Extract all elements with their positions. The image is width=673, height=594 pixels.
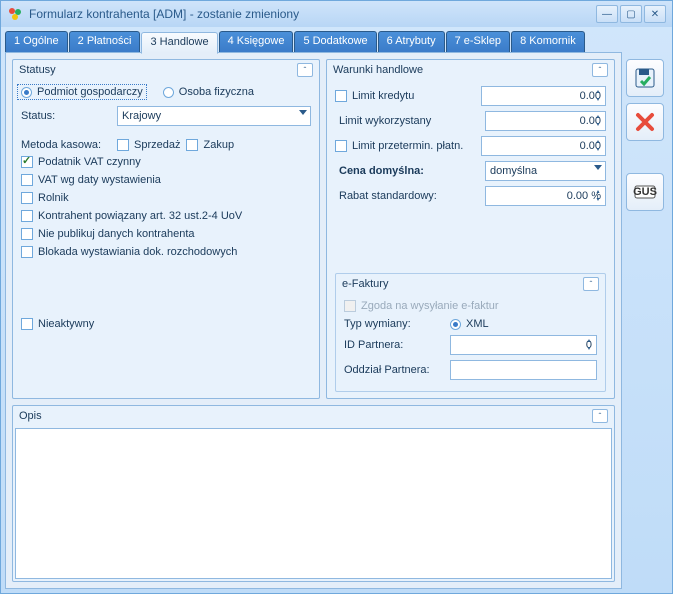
panel-statusy: Statusy ˆ Podmiot gospodarczy Osoba fizy… [12, 59, 320, 399]
checkbox-kontrahent-powiazany[interactable]: Kontrahent powiązany art. 32 ust.2-4 UoV [21, 210, 311, 222]
floppy-check-icon [633, 66, 657, 90]
tab-komornik[interactable]: 8 Komornik [511, 31, 585, 53]
panel-title-efaktury: e-Faktury [342, 278, 583, 290]
label-metoda-kasowa: Metoda kasowa: [21, 139, 111, 151]
input-id-partnera[interactable]: 0▴▾ [450, 335, 597, 355]
select-status[interactable]: Krajowy [117, 106, 311, 126]
label-status: Status: [21, 110, 111, 122]
checkbox-zgoda-efaktur: Zgoda na wysyłanie e-faktur [344, 300, 597, 312]
checkbox-sprzedaz[interactable]: Sprzedaż [117, 139, 180, 151]
tab-esklep[interactable]: 7 e-Sklep [446, 31, 510, 53]
gus-icon: GUS [633, 180, 657, 204]
collapse-icon[interactable]: ˆ [592, 63, 608, 77]
maximize-button[interactable]: ▢ [620, 5, 642, 23]
label-oddzial-partnera: Oddział Partnera: [344, 364, 444, 376]
checkbox-nie-publikuj[interactable]: Nie publikuj danych kontrahenta [21, 228, 311, 240]
panel-efaktury: e-Faktury ˆ Zgoda na wysyłanie e-faktur … [335, 273, 606, 392]
panel-title-warunki: Warunki handlowe [333, 64, 592, 76]
tab-platnosci[interactable]: 2 Płatności [69, 31, 141, 53]
gus-button[interactable]: GUS [626, 173, 664, 211]
label-rabat-standardowy: Rabat standardowy: [335, 190, 479, 202]
action-sidebar: GUS [626, 31, 668, 589]
label-cena-domyslna: Cena domyślna: [335, 165, 479, 177]
radio-typ-xml[interactable]: XML [450, 318, 489, 330]
input-limit-przetermin[interactable]: 0.00▴▾ [481, 136, 606, 156]
tab-dodatkowe[interactable]: 5 Dodatkowe [294, 31, 376, 53]
radio-podmiot-gospodarczy[interactable]: Podmiot gospodarczy [17, 84, 147, 100]
checkbox-vat-wg-daty[interactable]: VAT wg daty wystawienia [21, 174, 311, 186]
panel-title-opis: Opis [19, 410, 592, 422]
checkbox-limit-przetermin[interactable]: Limit przetermin. płatn. [335, 140, 475, 152]
tab-ksiegowe[interactable]: 4 Księgowe [219, 31, 294, 53]
checkbox-nieaktywny[interactable]: Nieaktywny [21, 318, 311, 330]
svg-text:GUS: GUS [633, 186, 657, 198]
panel-opis: Opis ˆ [12, 405, 615, 582]
collapse-icon[interactable]: ˆ [583, 277, 599, 291]
close-button[interactable]: ✕ [644, 5, 666, 23]
checkbox-rolnik[interactable]: Rolnik [21, 192, 311, 204]
titlebar: Formularz kontrahenta [ADM] - zostanie z… [1, 1, 672, 27]
app-icon [7, 6, 23, 22]
close-x-icon [633, 110, 657, 134]
tab-handlowe[interactable]: 3 Handlowe [141, 32, 217, 54]
radio-osoba-fizyczna[interactable]: Osoba fizyczna [163, 86, 254, 98]
collapse-icon[interactable]: ˆ [592, 409, 608, 423]
textarea-opis[interactable] [15, 428, 612, 579]
tab-atrybuty[interactable]: 6 Atrybuty [378, 31, 445, 53]
collapse-icon[interactable]: ˆ [297, 63, 313, 77]
checkbox-podatnik-vat[interactable]: Podatnik VAT czynny [21, 156, 311, 168]
input-rabat-standardowy[interactable]: 0.00 %▴▾ [485, 186, 606, 206]
panel-warunki-handlowe: Warunki handlowe ˆ Limit kredytu 0.00▴▾ … [326, 59, 615, 399]
label-id-partnera: ID Partnera: [344, 339, 444, 351]
checkbox-limit-kredytu[interactable]: Limit kredytu [335, 90, 475, 102]
contractor-form-window: Formularz kontrahenta [ADM] - zostanie z… [0, 0, 673, 594]
minimize-button[interactable]: — [596, 5, 618, 23]
cancel-button[interactable] [626, 103, 664, 141]
input-limit-wykorzystany: 0.00▴▾ [485, 111, 606, 131]
label-limit-wykorzystany: Limit wykorzystany [335, 115, 479, 127]
label-typ-wymiany: Typ wymiany: [344, 318, 444, 330]
tab-strip: 1 Ogólne 2 Płatności 3 Handlowe 4 Księgo… [5, 31, 622, 53]
save-button[interactable] [626, 59, 664, 97]
input-limit-kredytu[interactable]: 0.00▴▾ [481, 86, 606, 106]
select-cena-domyslna[interactable]: domyślna [485, 161, 606, 181]
input-oddzial-partnera[interactable] [450, 360, 597, 380]
window-title: Formularz kontrahenta [ADM] - zostanie z… [29, 7, 596, 21]
tab-ogolne[interactable]: 1 Ogólne [5, 31, 68, 53]
checkbox-zakup[interactable]: Zakup [186, 139, 234, 151]
checkbox-blokada[interactable]: Blokada wystawiania dok. rozchodowych [21, 246, 311, 258]
panel-title-statusy: Statusy [19, 64, 297, 76]
